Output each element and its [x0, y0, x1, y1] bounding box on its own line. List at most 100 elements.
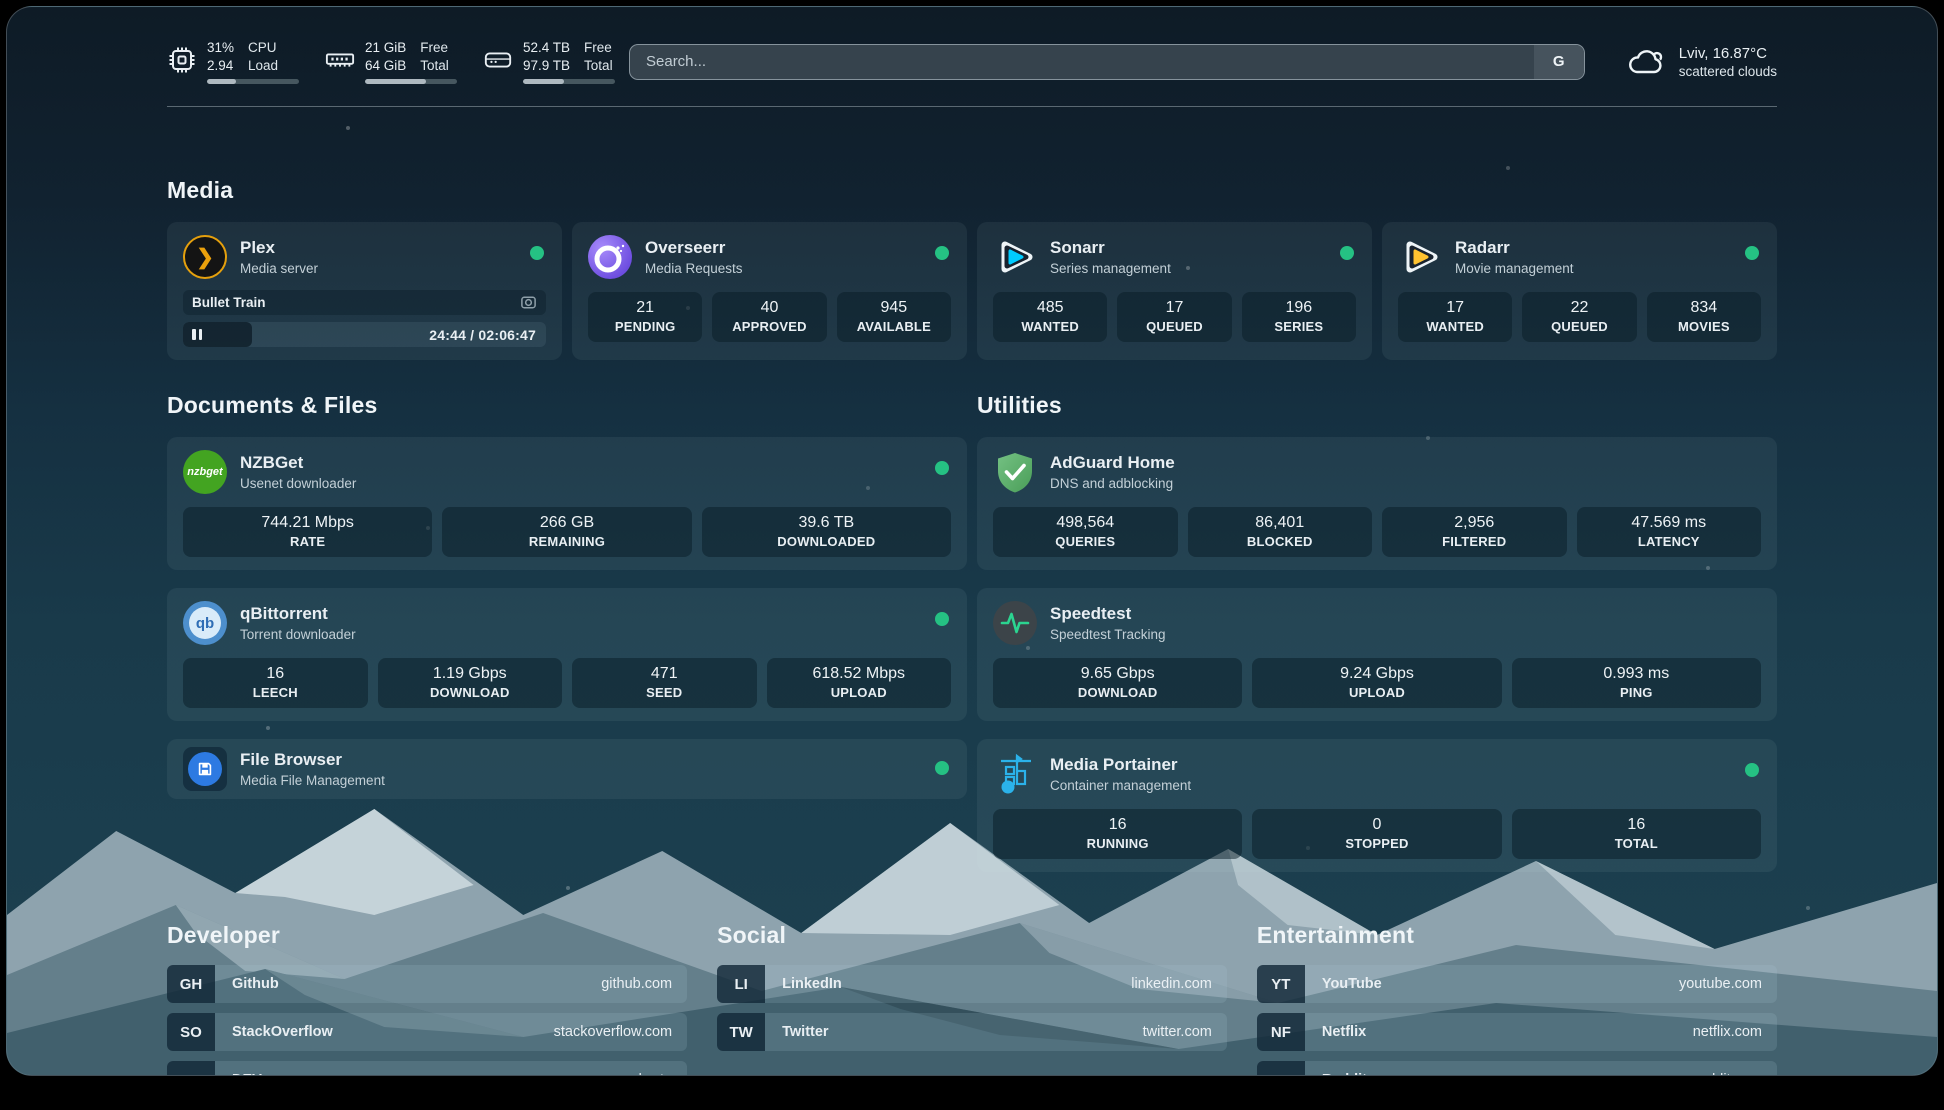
qbittorrent-status-dot [935, 612, 949, 626]
bookmark-group-social: Social LI LinkedIn linkedin.com TW Twitt… [717, 922, 1227, 1076]
linkedin-abbr-icon: LI [717, 965, 765, 1003]
section-title-documents: Documents & Files [167, 392, 967, 419]
portainer-subtitle: Container management [1050, 778, 1191, 793]
bookmark-reddit[interactable]: RE Reddit reddit.com [1257, 1061, 1777, 1076]
portainer-stat-stopped: 0STOPPED [1252, 809, 1501, 859]
adguard-stat-filtered: 2,956FILTERED [1382, 507, 1567, 557]
filebrowser-status-dot [935, 761, 949, 775]
qbittorrent-title: qBittorrent [240, 604, 356, 624]
memory-progress-bar [365, 79, 457, 84]
app-card-radarr[interactable]: Radarr Movie management 17WANTED 22QUEUE… [1382, 222, 1777, 360]
radarr-logo-icon [1398, 235, 1442, 279]
weather-condition: scattered clouds [1679, 64, 1777, 79]
memory-total-label: Total [420, 57, 449, 75]
nzbget-subtitle: Usenet downloader [240, 476, 356, 491]
app-card-speedtest[interactable]: Speedtest Speedtest Tracking 9.65 GbpsDO… [977, 588, 1777, 721]
app-card-qbittorrent[interactable]: qb qBittorrent Torrent downloader 16LEEC… [167, 588, 967, 721]
search-engine-button[interactable]: G [1534, 45, 1584, 79]
radarr-status-dot [1745, 246, 1759, 260]
bookmark-linkedin[interactable]: LI LinkedIn linkedin.com [717, 965, 1227, 1003]
app-card-filebrowser[interactable]: File Browser Media File Management [167, 739, 967, 799]
overseerr-stat-available: 945AVAILABLE [837, 292, 951, 342]
speedtest-logo-icon [993, 601, 1037, 645]
section-title-utilities: Utilities [977, 392, 1777, 419]
dashboard-page: 31% 2.94 CPU Load [6, 6, 1938, 1076]
app-card-sonarr[interactable]: Sonarr Series management 485WANTED 17QUE… [977, 222, 1372, 360]
disk-progress-bar [523, 79, 615, 84]
search-bar: G [629, 44, 1585, 80]
bookmark-github[interactable]: GH Github github.com [167, 965, 687, 1003]
nzbget-stat-downloaded: 39.6 TBDOWNLOADED [702, 507, 951, 557]
app-card-nzbget[interactable]: nzbget NZBGet Usenet downloader 744.21 M… [167, 437, 967, 570]
sonarr-subtitle: Series management [1050, 261, 1171, 276]
search-input[interactable] [630, 45, 1534, 79]
sonarr-stat-queued: 17QUEUED [1117, 292, 1231, 342]
cpu-icon [167, 45, 197, 75]
plex-now-playing-row[interactable]: Bullet Train [183, 290, 546, 315]
radarr-subtitle: Movie management [1455, 261, 1574, 276]
overseerr-logo-icon [588, 235, 632, 279]
portainer-status-dot [1745, 763, 1759, 777]
cpu-progress-bar [207, 79, 299, 84]
plex-subtitle: Media server [240, 261, 318, 276]
portainer-stat-total: 16TOTAL [1512, 809, 1761, 859]
app-card-overseerr[interactable]: Overseerr Media Requests 21PENDING 40APP… [572, 222, 967, 360]
overseerr-status-dot [935, 246, 949, 260]
app-card-plex[interactable]: ❯ Plex Media server Bullet Train [167, 222, 562, 360]
disk-total-value: 97.9 TB [523, 57, 570, 75]
adguard-stat-latency: 47.569 msLATENCY [1577, 507, 1762, 557]
youtube-abbr-icon: YT [1257, 965, 1305, 1003]
session-camera-icon [520, 294, 537, 311]
sonarr-stat-series: 196SERIES [1242, 292, 1356, 342]
speedtest-stat-download: 9.65 GbpsDOWNLOAD [993, 658, 1242, 708]
app-card-portainer[interactable]: Media Portainer Container management 16R… [977, 739, 1777, 872]
overseerr-stat-pending: 21PENDING [588, 292, 702, 342]
adguard-stat-blocked: 86,401BLOCKED [1188, 507, 1373, 557]
bookmark-dev[interactable]: DT DEV dev.to [167, 1061, 687, 1076]
plex-playback-time: 24:44 / 02:06:47 [429, 327, 536, 343]
bookmark-group-developer: Developer GH Github github.com SO StackO… [167, 922, 687, 1076]
sonarr-title: Sonarr [1050, 238, 1171, 258]
bookmark-group-entertainment: Entertainment YT YouTube youtube.com NF … [1257, 922, 1777, 1076]
memory-icon [325, 45, 355, 75]
memory-free-label: Free [420, 39, 449, 57]
disk-icon [483, 45, 513, 75]
radarr-stat-wanted: 17WANTED [1398, 292, 1512, 342]
radarr-stat-queued: 22QUEUED [1522, 292, 1636, 342]
qbittorrent-stat-leech: 16LEECH [183, 658, 368, 708]
adguard-logo-icon [993, 450, 1037, 494]
twitter-abbr-icon: TW [717, 1013, 765, 1051]
cpu-load-value: 2.94 [207, 57, 234, 75]
nzbget-title: NZBGet [240, 453, 356, 473]
bookmark-stackoverflow[interactable]: SO StackOverflow stackoverflow.com [167, 1013, 687, 1051]
cloud-icon [1627, 46, 1667, 78]
disk-stat: 52.4 TB 97.9 TB Free Total [483, 39, 615, 84]
bookmark-netflix[interactable]: NF Netflix netflix.com [1257, 1013, 1777, 1051]
section-title-media: Media [167, 177, 1777, 204]
disk-free-label: Free [584, 39, 613, 57]
cpu-percent: 31% [207, 39, 234, 57]
plex-title: Plex [240, 238, 318, 258]
nzbget-stat-remaining: 266 GBREMAINING [442, 507, 691, 557]
weather-location-temp: Lviv, 16.87°C [1679, 45, 1777, 62]
dev-abbr-icon: DT [167, 1061, 215, 1076]
memory-stat: 21 GiB 64 GiB Free Total [325, 39, 457, 84]
nzbget-status-dot [935, 461, 949, 475]
reddit-abbr-icon: RE [1257, 1061, 1305, 1076]
section-title-entertainment: Entertainment [1257, 922, 1777, 949]
header: 31% 2.94 CPU Load [167, 7, 1777, 84]
filebrowser-title: File Browser [240, 750, 385, 770]
bookmark-twitter[interactable]: TW Twitter twitter.com [717, 1013, 1227, 1051]
cpu-load-label: Load [248, 57, 278, 75]
plex-status-dot [530, 246, 544, 260]
section-title-developer: Developer [167, 922, 687, 949]
netflix-abbr-icon: NF [1257, 1013, 1305, 1051]
app-card-adguard[interactable]: AdGuard Home DNS and adblocking 498,564Q… [977, 437, 1777, 570]
sonarr-stat-wanted: 485WANTED [993, 292, 1107, 342]
bookmark-youtube[interactable]: YT YouTube youtube.com [1257, 965, 1777, 1003]
qbittorrent-stat-upload: 618.52 MbpsUPLOAD [767, 658, 952, 708]
qbittorrent-subtitle: Torrent downloader [240, 627, 356, 642]
memory-free-value: 21 GiB [365, 39, 406, 57]
pause-icon[interactable] [192, 329, 202, 340]
section-title-social: Social [717, 922, 1227, 949]
